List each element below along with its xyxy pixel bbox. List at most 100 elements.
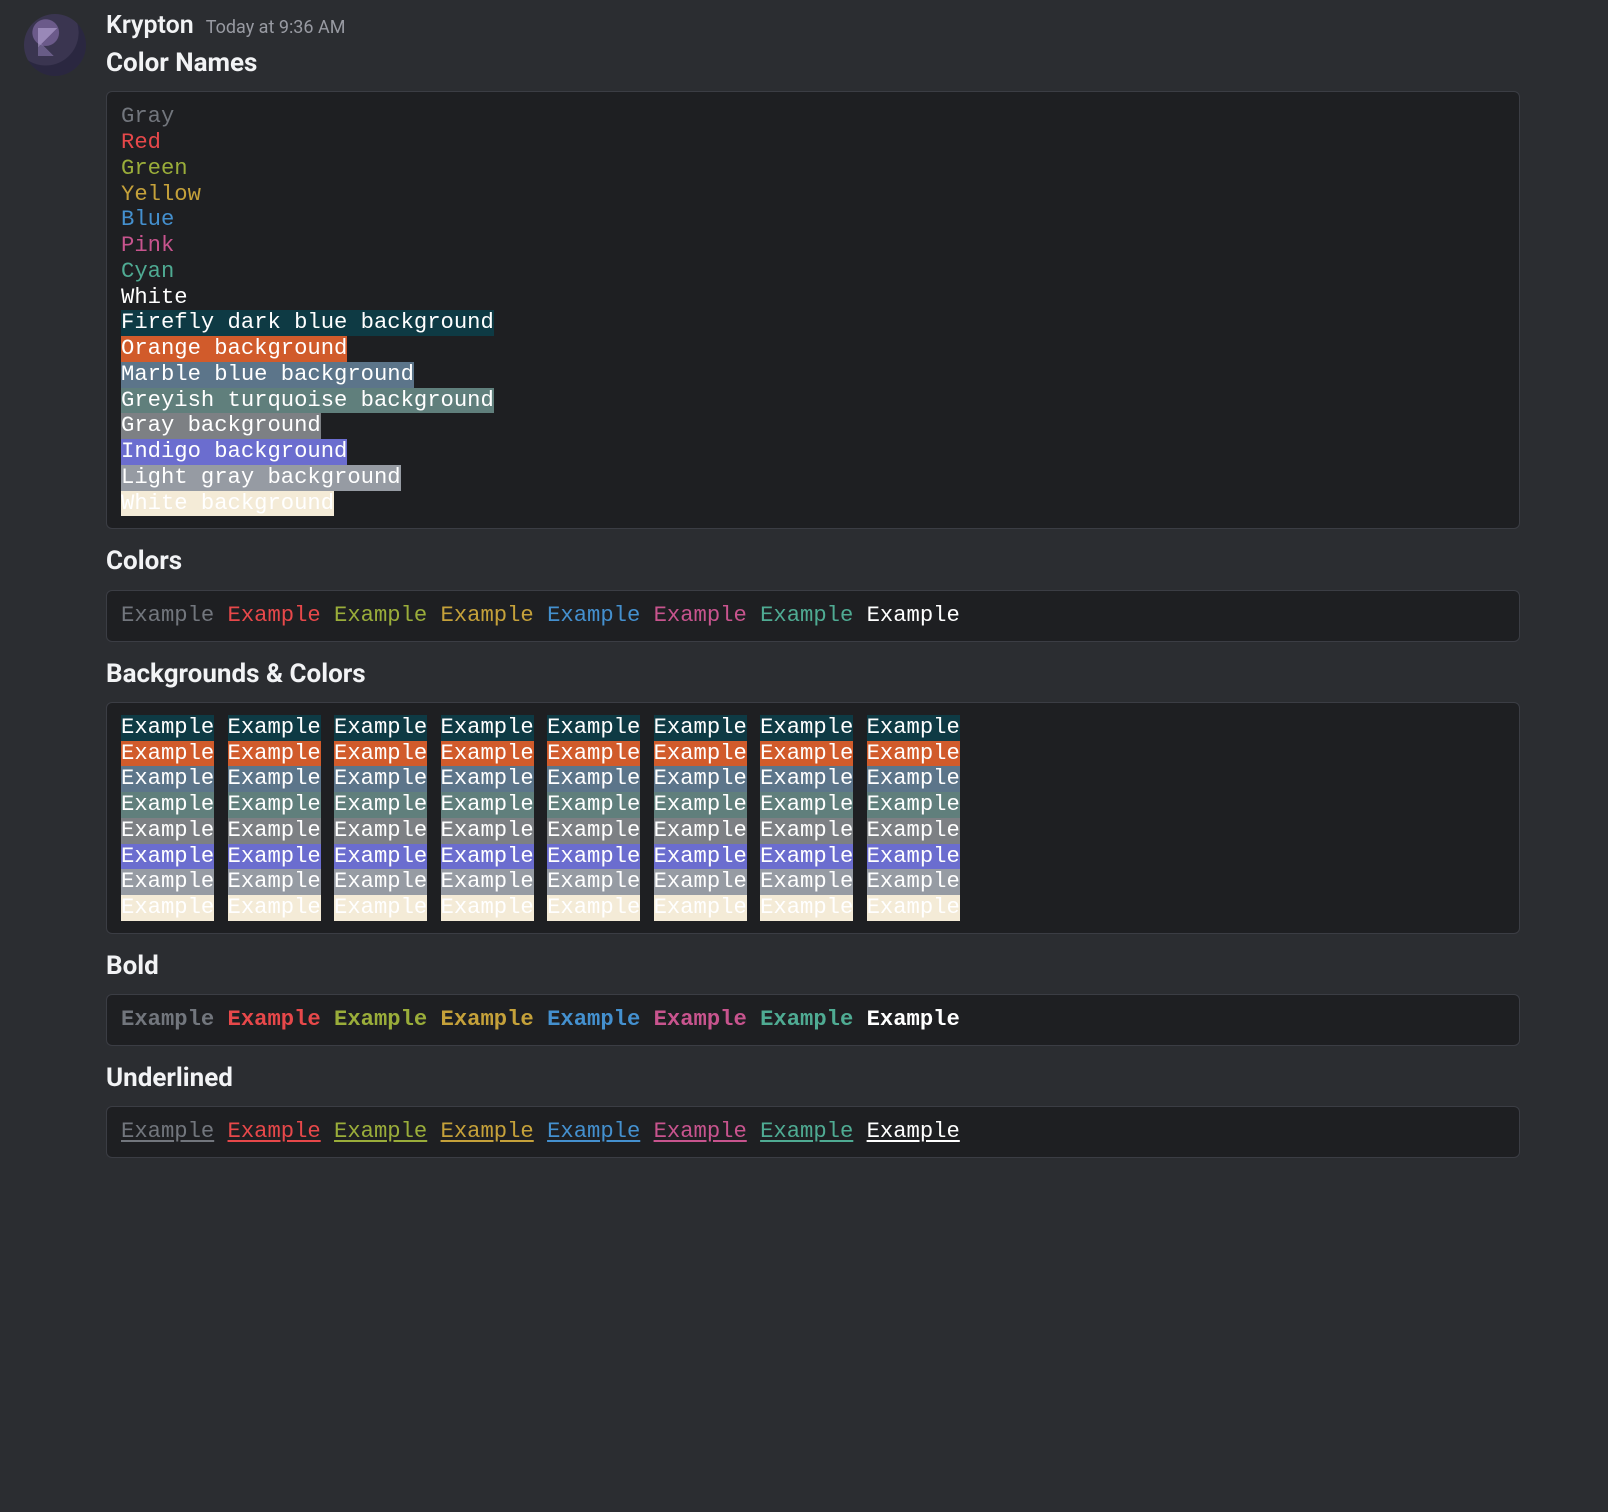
example-white-white: Example [867,895,960,921]
example-gray-blue: Example [547,818,640,844]
color-name-bg-lightgray: Light gray background [121,465,401,491]
example-turquoise-yellow: Example [441,792,534,818]
color-name-bg-marble: Marble blue background [121,362,414,388]
example-bold-pink: Example [654,1007,747,1033]
example-lightgray-white: Example [867,869,960,895]
example-indigo-yellow: Example [441,844,534,870]
example-firefly-blue: Example [547,715,640,741]
example-underline-pink: Example [654,1119,747,1145]
color-name-fg-pink: Pink [121,233,174,259]
code-block-underlined[interactable]: ExampleExampleExampleExampleExampleExamp… [106,1106,1520,1158]
example-firefly-yellow: Example [441,715,534,741]
example-lightgray-red: Example [228,869,321,895]
example-turquoise-cyan: Example [760,792,853,818]
example-yellow: Example [441,603,534,629]
example-lightgray-blue: Example [547,869,640,895]
example-orange-red: Example [228,741,321,767]
color-name-fg-cyan: Cyan [121,259,174,285]
example-green: Example [334,603,427,629]
example-turquoise-gray: Example [121,792,214,818]
example-marble-yellow: Example [441,766,534,792]
color-name-bg-white: White background [121,491,334,517]
code-block-color-names[interactable]: GrayRedGreenYellowBluePinkCyanWhiteFiref… [106,91,1520,529]
example-gray-green: Example [334,818,427,844]
example-bold-white: Example [867,1007,960,1033]
code-block-bold[interactable]: Example Example Example Example Example Examp… [106,994,1520,1046]
example-indigo-white: Example [867,844,960,870]
code-block-bg-colors[interactable]: ExampleExampleExampleExampleExampleExamp… [106,702,1520,934]
example-underline-yellow: Example [441,1119,534,1145]
example-orange-yellow: Example [441,741,534,767]
example-white-gray: Example [121,895,214,921]
example-white-pink: Example [654,895,747,921]
example-lightgray-cyan: Example [760,869,853,895]
example-gray: Example [121,603,214,629]
timestamp: Today at 9:36 AM [206,15,346,40]
example-bold-green: Example [334,1007,427,1033]
example-bold-blue: Example [547,1007,640,1033]
message-header: Krypton Today at 9:36 AM [106,8,1520,43]
color-name-fg-red: Red [121,130,161,156]
example-orange-green: Example [334,741,427,767]
example-firefly-pink: Example [654,715,747,741]
example-firefly-cyan: Example [760,715,853,741]
example-gray-cyan: Example [760,818,853,844]
example-white-green: Example [334,895,427,921]
example-marble-red: Example [228,766,321,792]
example-orange-gray: Example [121,741,214,767]
example-turquoise-green: Example [334,792,427,818]
section-heading-color-names: Color Names [106,45,1520,81]
example-indigo-green: Example [334,844,427,870]
example-white-blue: Example [547,895,640,921]
example-orange-white: Example [867,741,960,767]
example-marble-pink: Example [654,766,747,792]
chat-message: Krypton Today at 9:36 AM Color Names Gra… [0,6,1608,1172]
example-marble-blue: Example [547,766,640,792]
example-gray-pink: Example [654,818,747,844]
example-turquoise-blue: Example [547,792,640,818]
example-marble-cyan: Example [760,766,853,792]
example-turquoise-white: Example [867,792,960,818]
example-gray-gray: Example [121,818,214,844]
example-underline-white: Example [867,1119,960,1145]
example-orange-blue: Example [547,741,640,767]
example-firefly-white: Example [867,715,960,741]
example-white: Example [867,603,960,629]
color-name-bg-firefly: Firefly dark blue background [121,310,494,336]
example-underline-blue: Example [547,1119,640,1145]
example-white-cyan: Example [760,895,853,921]
color-name-fg-blue: Blue [121,207,174,233]
example-gray-yellow: Example [441,818,534,844]
example-firefly-red: Example [228,715,321,741]
example-firefly-green: Example [334,715,427,741]
example-lightgray-pink: Example [654,869,747,895]
example-underline-red: Example [228,1119,321,1145]
example-bold-yellow: Example [441,1007,534,1033]
section-heading-underlined: Underlined [106,1060,1520,1096]
color-name-bg-gray: Gray background [121,413,321,439]
example-cyan: Example [760,603,853,629]
example-indigo-pink: Example [654,844,747,870]
example-lightgray-green: Example [334,869,427,895]
example-orange-cyan: Example [760,741,853,767]
example-indigo-gray: Example [121,844,214,870]
example-marble-green: Example [334,766,427,792]
example-bold-cyan: Example [760,1007,853,1033]
section-heading-colors: Colors [106,543,1520,579]
example-turquoise-red: Example [228,792,321,818]
example-marble-gray: Example [121,766,214,792]
color-name-bg-orange: Orange background [121,336,347,362]
color-name-fg-yellow: Yellow [121,182,201,208]
example-turquoise-pink: Example [654,792,747,818]
example-bold-red: Example [228,1007,321,1033]
example-marble-white: Example [867,766,960,792]
color-name-bg-indigo: Indigo background [121,439,347,465]
example-gray-white: Example [867,818,960,844]
section-heading-bold: Bold [106,948,1520,984]
example-indigo-cyan: Example [760,844,853,870]
avatar[interactable] [24,14,86,76]
example-indigo-red: Example [228,844,321,870]
example-white-red: Example [228,895,321,921]
username[interactable]: Krypton [106,8,194,43]
code-block-colors[interactable]: ExampleExampleExampleExampleExampleExamp… [106,590,1520,642]
